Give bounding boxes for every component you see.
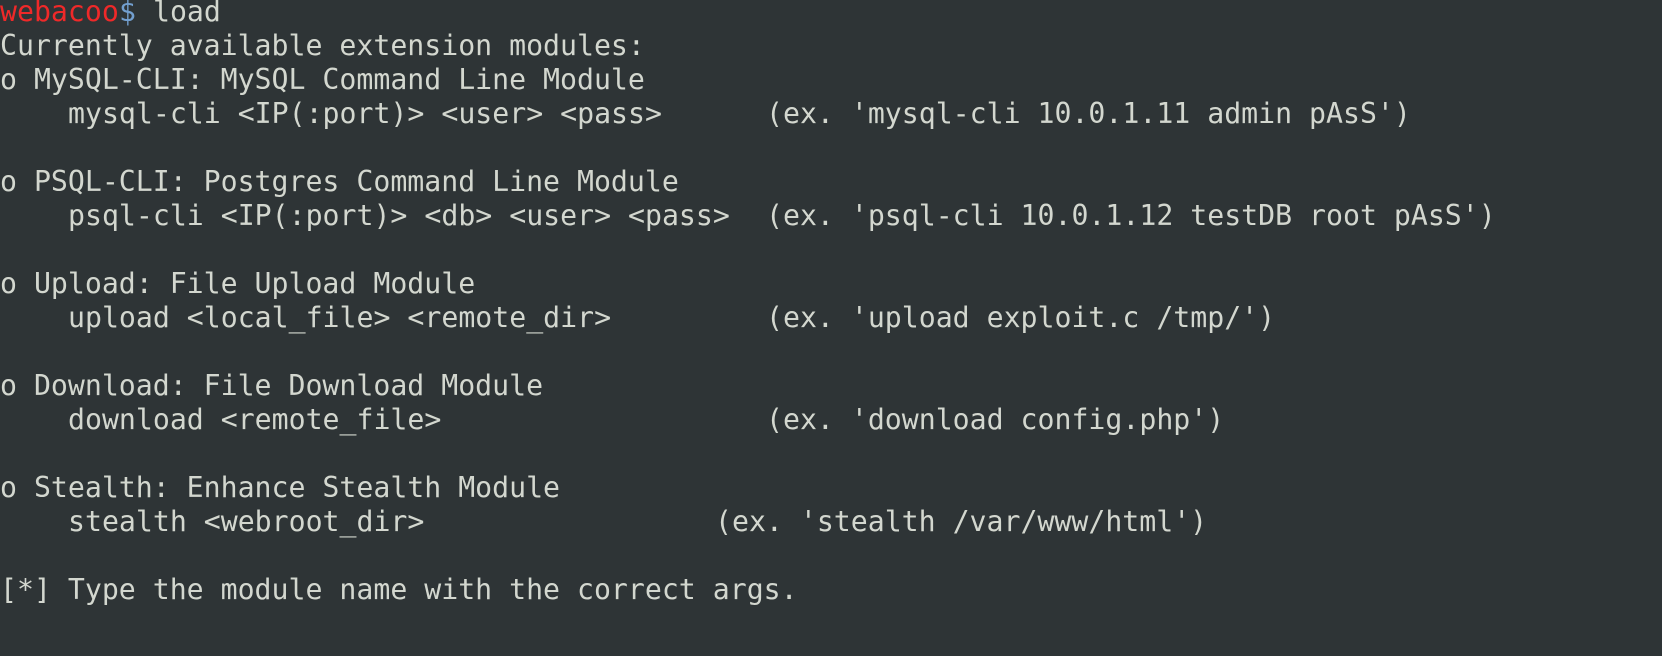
module-title-text: o MySQL-CLI: MySQL Command Line Module (0, 63, 645, 96)
module-usage: stealth <webroot_dir> (68, 505, 425, 538)
module-usage-line: stealth <webroot_dir> (ex. 'stealth /var… (0, 504, 1207, 540)
module-usage: mysql-cli <IP(:port)> <user> <pass> (68, 97, 662, 130)
footer-hint-text: [*] Type the module name with the correc… (0, 573, 798, 606)
modules-header-text: Currently available extension modules: (0, 29, 645, 62)
module-usage-line: upload <local_file> <remote_dir> (ex. 'u… (0, 300, 1275, 336)
prompt-host: webacoo (0, 0, 119, 28)
module-title: o Download: File Download Module (0, 368, 543, 404)
module-example: (ex. 'psql-cli 10.0.1.12 testDB root pAs… (766, 199, 1496, 232)
module-title: o PSQL-CLI: Postgres Command Line Module (0, 164, 679, 200)
modules-header: Currently available extension modules: (0, 28, 645, 64)
module-usage-line: psql-cli <IP(:port)> <db> <user> <pass> … (0, 198, 1496, 234)
prompt-line: webacoo $ load (0, 0, 221, 30)
module-example: (ex. 'mysql-cli 10.0.1.11 admin pAsS') (766, 97, 1411, 130)
prompt-command: load (136, 0, 221, 28)
module-example: (ex. 'stealth /var/www/html') (715, 505, 1208, 538)
module-example: (ex. 'download config.php') (766, 403, 1225, 436)
module-title: o MySQL-CLI: MySQL Command Line Module (0, 62, 645, 98)
prompt-symbol: $ (119, 0, 136, 28)
module-title-text: o Stealth: Enhance Stealth Module (0, 471, 561, 504)
module-title-text: o PSQL-CLI: Postgres Command Line Module (0, 165, 679, 198)
module-example: (ex. 'upload exploit.c /tmp/') (766, 301, 1276, 334)
module-usage: upload <local_file> <remote_dir> (68, 301, 612, 334)
footer-hint: [*] Type the module name with the correc… (0, 572, 798, 608)
module-title: o Upload: File Upload Module (0, 266, 475, 302)
module-title-text: o Download: File Download Module (0, 369, 544, 402)
module-usage-line: download <remote_file> (ex. 'download co… (0, 402, 1224, 438)
module-title: o Stealth: Enhance Stealth Module (0, 470, 560, 506)
module-usage-line: mysql-cli <IP(:port)> <user> <pass> (ex.… (0, 96, 1411, 132)
module-usage: download <remote_file> (68, 403, 442, 436)
terminal-window[interactable]: webacoo $ load Currently available exten… (0, 0, 1662, 656)
module-usage: psql-cli <IP(:port)> <db> <user> <pass> (68, 199, 730, 232)
module-title-text: o Upload: File Upload Module (0, 267, 476, 300)
